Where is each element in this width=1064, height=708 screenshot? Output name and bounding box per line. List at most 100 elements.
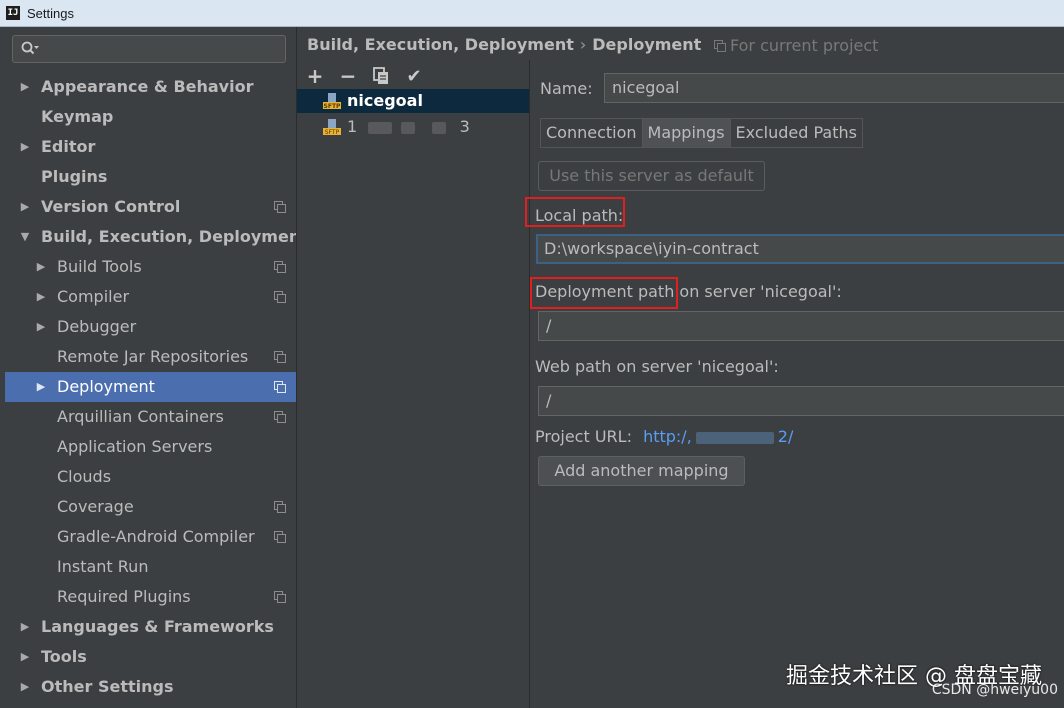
web-path-input[interactable]: / xyxy=(538,386,1064,416)
settings-sidebar: ▶ Appearance & Behavior Keymap ▶ Editor Plugi… xyxy=(0,27,308,708)
intellij-app-icon: IJ xyxy=(6,6,20,20)
sidebar-item-label: Required Plugins xyxy=(57,587,191,606)
sidebar-item-application-servers[interactable]: Application Servers xyxy=(5,432,296,462)
title-bar: IJ Settings xyxy=(0,0,1064,27)
local-path-input[interactable]: D:\workspace\iyin-contract xyxy=(536,234,1064,264)
collapsed-arrow-icon[interactable]: ▶ xyxy=(35,252,47,282)
project-level-settings-icon xyxy=(274,261,286,273)
watermark-subtext: CSDN @hweiyu00 xyxy=(931,682,1058,698)
sidebar-item-clouds[interactable]: Clouds xyxy=(5,462,296,492)
sidebar-item-arquillian-containers[interactable]: Arquillian Containers xyxy=(5,402,296,432)
add-server-button[interactable]: + xyxy=(305,64,325,88)
project-level-settings-icon xyxy=(274,201,286,213)
server-item-nicegoal[interactable]: SFTP nicegoal xyxy=(297,89,529,113)
redacted-text xyxy=(432,121,447,134)
sidebar-item-label: Instant Run xyxy=(57,557,149,576)
collapsed-arrow-icon[interactable]: ▶ xyxy=(19,192,31,222)
add-another-mapping-button[interactable]: Add another mapping xyxy=(538,456,745,486)
settings-search-input[interactable] xyxy=(12,35,286,63)
remove-server-button[interactable]: − xyxy=(338,64,358,88)
sidebar-item-label: Tools xyxy=(41,647,87,666)
sidebar-item-label: Build Tools xyxy=(57,257,142,276)
sidebar-item-label: Compiler xyxy=(57,287,130,306)
sftp-server-icon: SFTP xyxy=(323,93,341,109)
sidebar-item-label: Other Settings xyxy=(41,677,174,696)
sidebar-item-tools[interactable]: ▶ Tools xyxy=(5,642,296,672)
collapsed-arrow-icon[interactable]: ▶ xyxy=(19,612,31,642)
sidebar-item-deployment[interactable]: ▶ Deployment xyxy=(5,372,296,402)
tab-excluded-paths[interactable]: Excluded Paths xyxy=(729,118,863,148)
sidebar-item-debugger[interactable]: ▶ Debugger xyxy=(5,312,296,342)
collapsed-arrow-icon[interactable]: ▶ xyxy=(19,642,31,672)
server-name: nicegoal xyxy=(347,91,423,110)
project-level-settings-icon xyxy=(274,351,286,363)
scope-label: For current project xyxy=(730,36,879,55)
copy-icon xyxy=(373,67,388,84)
project-url-link[interactable]: http:/, 2/ xyxy=(643,427,793,446)
collapsed-arrow-icon[interactable]: ▶ xyxy=(19,132,31,162)
sidebar-item-appearance-behavior[interactable]: ▶ Appearance & Behavior xyxy=(5,72,296,102)
use-as-default-button[interactable]: Use this server as default xyxy=(538,161,765,191)
sidebar-item-label: Keymap xyxy=(41,107,114,126)
sidebar-item-label: Arquillian Containers xyxy=(57,407,224,426)
sidebar-item-version-control[interactable]: ▶ Version Control xyxy=(5,192,296,222)
settings-window: IJ Settings ▶ Appearance & Behavior Keymap… xyxy=(0,0,1064,708)
add-icon: + xyxy=(306,64,324,88)
sidebar-item-other-settings[interactable]: ▶ Other Settings xyxy=(5,672,296,702)
server-tabs: Connection Mappings Excluded Paths xyxy=(540,118,863,148)
sidebar-item-label: Build, Execution, Deployment xyxy=(41,227,308,246)
project-level-settings-icon xyxy=(274,531,286,543)
collapsed-arrow-icon[interactable]: ▶ xyxy=(19,72,31,102)
svg-text:SFTP: SFTP xyxy=(325,129,340,135)
project-level-settings-icon xyxy=(274,411,286,423)
project-level-settings-icon xyxy=(274,591,286,603)
sidebar-item-instant-run[interactable]: Instant Run xyxy=(5,552,296,582)
server-name: 1 3 xyxy=(347,117,470,136)
breadcrumb: Build, Execution, Deployment › Deployment xyxy=(307,35,701,54)
sidebar-item-compiler[interactable]: ▶ Compiler xyxy=(5,282,296,312)
tab-connection[interactable]: Connection xyxy=(540,118,643,148)
sidebar-item-build-tools[interactable]: ▶ Build Tools xyxy=(5,252,296,282)
server-item-redacted[interactable]: SFTP 1 3 xyxy=(297,115,529,139)
sidebar-item-languages-frameworks[interactable]: ▶ Languages & Frameworks xyxy=(5,612,296,642)
sidebar-item-label: Version Control xyxy=(41,197,181,216)
sidebar-item-label: Appearance & Behavior xyxy=(41,77,254,96)
local-path-highlight-box xyxy=(525,197,625,227)
settings-tree: ▶ Appearance & Behavior Keymap ▶ Editor Plugi… xyxy=(5,72,308,702)
collapsed-arrow-icon[interactable]: ▶ xyxy=(35,312,47,342)
project-level-settings-icon xyxy=(274,501,286,513)
scope-indicator: For current project xyxy=(714,36,878,55)
name-label: Name: xyxy=(540,79,593,98)
sidebar-item-plugins[interactable]: Plugins xyxy=(5,162,296,192)
collapsed-arrow-icon[interactable]: ▶ xyxy=(19,672,31,702)
deployment-path-input[interactable]: / xyxy=(538,311,1064,341)
tab-mappings[interactable]: Mappings xyxy=(641,118,731,148)
window-title: Settings xyxy=(27,5,74,21)
sidebar-item-editor[interactable]: ▶ Editor xyxy=(5,132,296,162)
search-icon xyxy=(21,41,39,55)
breadcrumb-separator: › xyxy=(579,35,587,54)
sidebar-item-label: Deployment xyxy=(57,377,155,396)
project-level-settings-icon xyxy=(274,291,286,303)
remove-icon: − xyxy=(339,64,357,88)
collapsed-arrow-icon[interactable]: ▶ xyxy=(35,282,47,312)
check-icon: ✔ xyxy=(406,65,422,87)
sidebar-item-remote-jar-repositories[interactable]: Remote Jar Repositories xyxy=(5,342,296,372)
sidebar-item-gradle-android-compiler[interactable]: Gradle-Android Compiler xyxy=(5,522,296,552)
server-list-panel: + − ✔ SFTP nicegoal SFTP 1 3 xyxy=(297,60,530,708)
sidebar-item-coverage[interactable]: Coverage xyxy=(5,492,296,522)
sidebar-item-build-execution-deployment[interactable]: ▼ Build, Execution, Deployment xyxy=(5,222,308,252)
sidebar-item-required-plugins[interactable]: Required Plugins xyxy=(5,582,296,612)
redacted-text xyxy=(368,121,393,134)
server-details-panel: Name: nicegoal Connection Mappings Exclu… xyxy=(525,60,1064,708)
redacted-text xyxy=(401,121,416,134)
sidebar-item-keymap[interactable]: Keymap xyxy=(5,102,296,132)
copy-server-button[interactable] xyxy=(371,66,391,86)
breadcrumb-parent[interactable]: Build, Execution, Deployment xyxy=(307,35,574,54)
collapsed-arrow-icon[interactable]: ▶ xyxy=(35,372,47,402)
server-name-field[interactable]: nicegoal xyxy=(604,73,1064,103)
sidebar-item-label: Editor xyxy=(41,137,96,156)
set-default-server-button[interactable]: ✔ xyxy=(404,65,424,87)
sidebar-item-label: Application Servers xyxy=(57,437,213,456)
expanded-arrow-icon[interactable]: ▼ xyxy=(19,222,31,252)
